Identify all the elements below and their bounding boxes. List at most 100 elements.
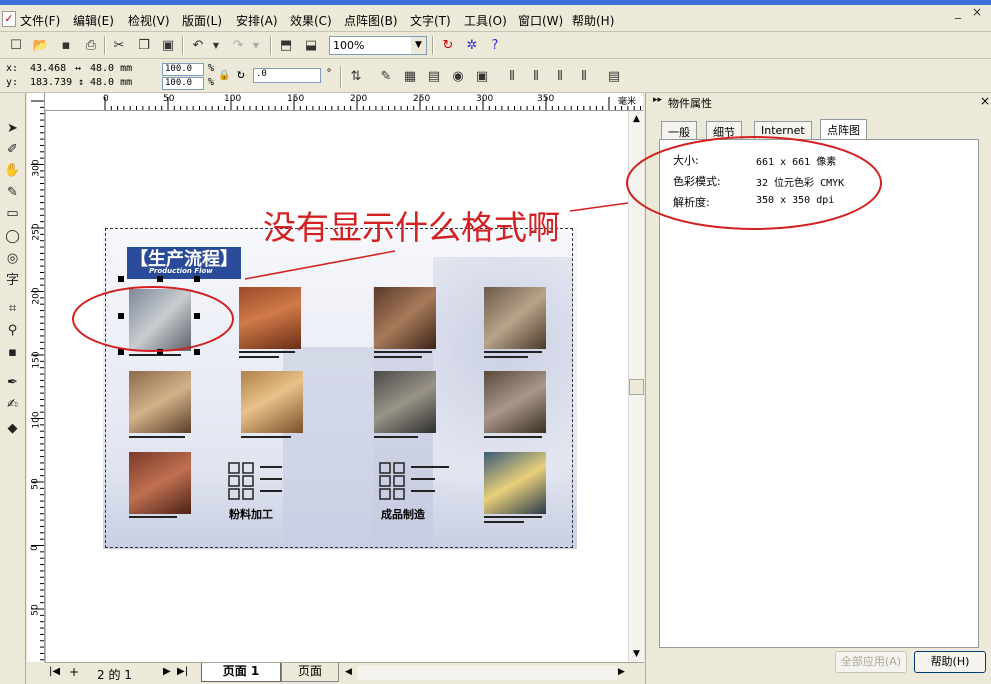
crop-bitmap-icon[interactable]: ▦ <box>400 67 420 86</box>
width-field[interactable]: 48.0 mm <box>90 63 132 74</box>
horizontal-scrollbar[interactable] <box>357 666 617 680</box>
page-tab-1[interactable]: 页面 1 <box>201 663 281 682</box>
print-icon[interactable]: ⎙ <box>81 36 101 55</box>
new-file-icon[interactable]: ☐ <box>6 36 26 55</box>
redo-icon[interactable]: ↷ <box>228 36 248 55</box>
add-page-icon[interactable]: + <box>69 665 79 679</box>
close-icon[interactable]: × <box>980 94 990 108</box>
trace-bitmap-icon[interactable]: ▤ <box>424 67 444 86</box>
object-properties-panel: ▸▸ 物件属性 × 一般 细节 Internet 点阵图 大小: 661 x 6… <box>626 93 991 684</box>
resample-icon[interactable]: ▣ <box>472 67 492 86</box>
scale-y-field[interactable]: 100.0 <box>162 77 204 90</box>
last-page-icon[interactable]: ▶| <box>177 666 188 677</box>
redo-dropdown-icon[interactable]: ▼ <box>246 36 266 55</box>
scroll-left-icon[interactable]: ◀ <box>345 667 352 677</box>
next-page-icon[interactable]: ▶ <box>163 666 171 677</box>
drawing-canvas[interactable]: 【生产流程】 Production Flow 粉料加工 成品制造 没有显示什么格… <box>45 111 628 662</box>
undo-dropdown-icon[interactable]: ▼ <box>206 36 226 55</box>
first-page-icon[interactable]: |◀ <box>49 666 60 677</box>
menu-view[interactable]: 检视(V) <box>128 12 170 29</box>
ruler-tick-label: 300 <box>31 159 42 177</box>
menu-file[interactable]: 文件(F) <box>20 12 60 29</box>
degree-label: ° <box>326 68 333 79</box>
menu-help[interactable]: 帮助(H) <box>572 12 614 29</box>
rectangle-tool-icon[interactable]: ▭ <box>3 204 22 223</box>
freehand-tool-icon[interactable]: ✎ <box>3 183 22 202</box>
eyedropper-tool-icon[interactable]: ⚲ <box>3 321 22 340</box>
align-right-icon[interactable]: ⫴ <box>574 67 594 86</box>
save-icon[interactable]: ▪ <box>56 36 76 55</box>
menu-text[interactable]: 文字(T) <box>410 12 451 29</box>
scroll-thumb[interactable] <box>629 379 644 395</box>
undo-icon[interactable]: ↶ <box>188 36 208 55</box>
color-mask-icon[interactable]: ◉ <box>448 67 468 86</box>
scroll-right-icon[interactable]: ▶ <box>618 667 625 677</box>
zoom-level-select[interactable]: 100% ▼ <box>329 36 427 55</box>
whats-this-help-icon[interactable]: ? <box>485 36 505 55</box>
ruler-tick-label: 200 <box>350 94 368 104</box>
horizontal-ruler[interactable]: 0 50 100 150 200 250 300 350 毫米 <box>45 93 643 111</box>
export-icon[interactable]: ⬓ <box>301 36 321 55</box>
ruler-tick-label: 250 <box>31 223 42 241</box>
ruler-tick-label: 200 <box>31 287 42 305</box>
menu-arrange[interactable]: 安排(A) <box>236 12 278 29</box>
text-tool-icon[interactable]: 字 <box>3 271 22 290</box>
outline-pen-icon[interactable]: ✒ <box>3 373 22 392</box>
panel-header: ▸▸ 物件属性 × <box>646 93 991 111</box>
toolbar-separator <box>104 36 106 55</box>
align-center-icon[interactable]: ⫴ <box>526 67 546 86</box>
pan-hand-icon[interactable]: ✋ <box>3 161 22 180</box>
fill-bucket-icon[interactable]: ◆ <box>3 419 22 438</box>
corel-online-icon[interactable]: ✲ <box>462 36 482 55</box>
copy-icon[interactable]: ❐ <box>134 36 154 55</box>
scroll-up-icon[interactable]: ▲ <box>629 111 644 127</box>
menu-tools[interactable]: 工具(O) <box>464 12 507 29</box>
interactive-blend-icon[interactable]: ⌗ <box>3 299 22 318</box>
app-icon[interactable]: ✓ <box>2 11 16 27</box>
cut-icon[interactable]: ✂ <box>109 36 129 55</box>
panel-title: 物件属性 <box>668 97 712 110</box>
scale-x-field[interactable]: 100.0 <box>162 63 204 76</box>
outline-tool-icon[interactable]: ▪ <box>3 343 22 362</box>
page-tab-2[interactable]: 页面 <box>281 663 339 682</box>
wrap-text-icon[interactable]: ▤ <box>604 67 624 86</box>
align-left-icon[interactable]: ⫴ <box>502 67 522 86</box>
menu-layout[interactable]: 版面(L) <box>182 12 222 29</box>
scroll-down-icon[interactable]: ▼ <box>629 646 644 662</box>
paste-icon[interactable]: ▣ <box>158 36 178 55</box>
toolbar-separator <box>340 66 342 88</box>
toolbar-separator <box>432 36 434 55</box>
ruler-tick-label: 100 <box>224 94 242 104</box>
ruler-tick-label: 100 <box>31 411 42 429</box>
menu-window[interactable]: 窗口(W) <box>518 12 563 29</box>
edit-bitmap-icon[interactable]: ✎ <box>376 67 396 86</box>
height-field[interactable]: 48.0 mm <box>90 77 132 88</box>
expand-arrows-icon[interactable]: ▸▸ <box>653 95 662 105</box>
lock-ratio-icon[interactable]: 🔒 <box>218 70 230 81</box>
import-icon[interactable]: ⬒ <box>276 36 296 55</box>
y-position-field[interactable]: 183.739 <box>30 77 72 88</box>
shape-tool-icon[interactable]: ✐ <box>3 140 22 159</box>
application-launcher-icon[interactable]: ↻ <box>438 36 458 55</box>
vertical-ruler[interactable]: 300 250 200 150 100 50 0 50 <box>27 93 45 662</box>
ellipse-tool-icon[interactable]: ◯ <box>3 227 22 246</box>
menu-effects[interactable]: 效果(C) <box>290 12 332 29</box>
menu-bitmaps[interactable]: 点阵图(B) <box>344 12 398 29</box>
open-folder-icon[interactable]: 📂 <box>31 36 51 55</box>
apply-all-button[interactable]: 全部应用(A) <box>835 651 907 673</box>
annotation-overlay <box>72 202 628 352</box>
close-icon[interactable]: × <box>972 5 982 19</box>
angle-field[interactable]: .0 <box>253 68 321 83</box>
ruler-tick-label: 0 <box>29 545 40 551</box>
distribute-icon[interactable]: ⫴ <box>550 67 570 86</box>
menu-edit[interactable]: 编辑(E) <box>73 12 114 29</box>
toolbar-separator <box>270 36 272 55</box>
fill-pen-icon[interactable]: ✍ <box>3 395 22 414</box>
minimize-icon[interactable]: _ <box>955 5 961 19</box>
spiral-tool-icon[interactable]: ◎ <box>3 249 22 268</box>
help-button[interactable]: 帮助(H) <box>914 651 986 673</box>
x-position-field[interactable]: 43.468 <box>30 63 66 74</box>
pick-tool-icon[interactable]: ➤ <box>3 119 22 138</box>
mirror-icon[interactable]: ⇅ <box>346 67 366 86</box>
chevron-down-icon[interactable]: ▼ <box>411 37 426 54</box>
